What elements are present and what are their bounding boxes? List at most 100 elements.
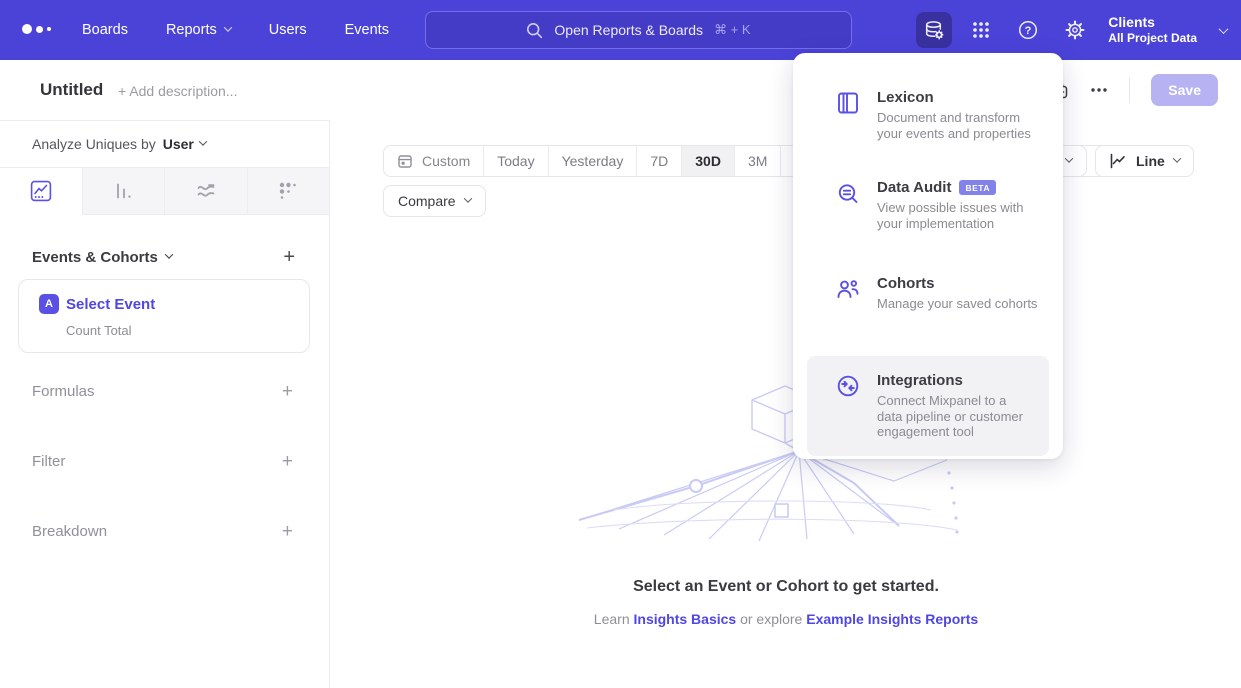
empty-state-links: Learn Insights Basics or explore Example… — [331, 611, 1241, 627]
search-icon — [526, 22, 543, 39]
chevron-down-icon — [463, 194, 471, 202]
nav-links: Boards Reports Users Events — [82, 0, 389, 60]
events-cohorts-header: Events & Cohorts + — [32, 247, 295, 267]
chevron-down-icon — [1173, 154, 1181, 162]
events-cohorts-label[interactable]: Events & Cohorts — [32, 249, 158, 266]
menu-item-title: Lexicon — [877, 89, 934, 106]
chevron-down-icon[interactable] — [165, 250, 173, 258]
add-filter-button[interactable]: + — [282, 452, 293, 471]
menu-item-description: View possible issues with your implement… — [877, 200, 1045, 231]
help-button[interactable]: ? — [1010, 12, 1046, 48]
compare-dropdown[interactable]: Compare — [383, 185, 486, 217]
calendar-icon — [397, 153, 413, 169]
bar-chart-icon — [112, 180, 134, 202]
explore-middle: or explore — [736, 611, 806, 627]
tab-flow[interactable] — [164, 168, 247, 215]
formulas-section: Formulas + — [32, 382, 293, 401]
filter-section: Filter + — [32, 452, 293, 471]
chevron-down-icon — [223, 23, 231, 31]
menu-item-description: Connect Mixpanel to a data pipeline or c… — [877, 393, 1033, 440]
line-chart-icon — [30, 180, 52, 202]
breakdown-section: Breakdown + — [32, 522, 293, 541]
divider — [1129, 77, 1130, 103]
menu-item-lexicon[interactable]: Lexicon Document and transform your even… — [793, 89, 1063, 141]
more-options-icon[interactable] — [1090, 87, 1108, 93]
filter-label: Filter — [32, 453, 65, 470]
analyze-row: Analyze Uniques by User — [32, 121, 206, 167]
query-builder-sidebar: Analyze Uniques by User — [0, 120, 330, 688]
menu-item-cohorts[interactable]: Cohorts Manage your saved cohorts — [793, 275, 1063, 312]
tab-bar-chart[interactable] — [82, 168, 165, 215]
mixpanel-logo[interactable] — [22, 24, 51, 34]
lexicon-book-icon — [835, 90, 861, 116]
formulas-label: Formulas — [32, 383, 95, 400]
date-range-today[interactable]: Today — [483, 146, 547, 176]
date-range-30d[interactable]: 30D — [681, 146, 734, 176]
menu-item-title: Cohorts — [877, 275, 935, 292]
cohorts-people-icon — [835, 276, 861, 302]
top-nav: Boards Reports Users Events Open Reports… — [0, 0, 1241, 60]
project-switcher[interactable]: Clients All Project Data — [1108, 14, 1197, 47]
menu-item-title: Data Audit — [877, 179, 951, 196]
analyze-label: Analyze Uniques by — [32, 136, 156, 152]
count-type-label[interactable]: Count Total — [66, 323, 293, 338]
line-style-icon — [1109, 152, 1127, 170]
retention-grid-icon — [277, 180, 299, 202]
analyze-by-dropdown[interactable]: User — [163, 136, 206, 152]
add-description-field[interactable]: + Add description... — [118, 83, 237, 99]
database-gear-icon — [923, 19, 945, 41]
chevron-down-icon — [1065, 154, 1073, 162]
data-management-button[interactable] — [916, 12, 952, 48]
add-breakdown-button[interactable]: + — [282, 522, 293, 541]
breakdown-label: Breakdown — [32, 523, 107, 540]
nav-link-boards[interactable]: Boards — [82, 22, 128, 38]
date-range-7d[interactable]: 7D — [636, 146, 681, 176]
apps-grid-button[interactable] — [963, 12, 999, 48]
empty-state-title: Select an Event or Cohort to get started… — [331, 578, 1241, 596]
search-shortcut: ⌘ + K — [714, 22, 751, 38]
add-formula-button[interactable]: + — [282, 382, 293, 401]
data-management-menu: Lexicon Document and transform your even… — [793, 53, 1063, 459]
select-event-label[interactable]: Select Event — [66, 296, 155, 313]
report-actions: Save — [1049, 60, 1218, 120]
tab-line-chart[interactable] — [0, 168, 82, 215]
chart-type-tabs — [0, 167, 329, 215]
help-icon: ? — [1017, 19, 1039, 41]
settings-button[interactable] — [1057, 12, 1093, 48]
org-name: Clients — [1108, 14, 1197, 32]
apps-grid-icon — [971, 20, 991, 40]
nav-link-events[interactable]: Events — [345, 22, 389, 38]
project-name: All Project Data — [1108, 31, 1197, 46]
date-range-yesterday[interactable]: Yesterday — [548, 146, 637, 176]
chart-style-dropdown[interactable]: Line — [1095, 145, 1194, 177]
nav-link-reports[interactable]: Reports — [166, 22, 231, 38]
global-search-input[interactable]: Open Reports & Boards ⌘ + K — [425, 11, 852, 49]
chevron-down-icon — [199, 137, 207, 145]
event-letter-badge: A — [39, 294, 59, 314]
date-range-custom[interactable]: Custom — [384, 146, 483, 176]
integrations-exchange-icon — [835, 373, 861, 399]
menu-item-title: Integrations — [877, 372, 963, 389]
insights-basics-link[interactable]: Insights Basics — [634, 611, 737, 627]
report-canvas: Custom Today Yesterday 7D 30D 3M 6M Line… — [331, 120, 1241, 688]
chevron-down-icon[interactable] — [1219, 24, 1229, 34]
menu-item-integrations[interactable]: Integrations Connect Mixpanel to a data … — [807, 356, 1049, 456]
search-placeholder: Open Reports & Boards — [554, 22, 703, 38]
nav-right-cluster: ? Clients All Project Data — [916, 0, 1227, 60]
tab-retention-grid[interactable] — [247, 168, 330, 215]
menu-item-description: Manage your saved cohorts — [877, 296, 1037, 312]
data-audit-icon — [835, 180, 861, 206]
event-card[interactable]: A Select Event Count Total — [18, 279, 310, 353]
report-title[interactable]: Untitled — [40, 80, 103, 100]
settings-gear-icon — [1064, 19, 1086, 41]
learn-prefix: Learn — [594, 611, 634, 627]
add-event-button[interactable]: + — [283, 247, 295, 267]
save-button[interactable]: Save — [1151, 74, 1218, 106]
menu-item-data-audit[interactable]: Data Audit BETA View possible issues wit… — [793, 179, 1063, 231]
flow-icon — [194, 180, 218, 202]
date-range-3m[interactable]: 3M — [734, 146, 780, 176]
beta-badge: BETA — [959, 180, 996, 195]
menu-item-description: Document and transform your events and p… — [877, 110, 1045, 141]
nav-link-users[interactable]: Users — [269, 22, 307, 38]
example-reports-link[interactable]: Example Insights Reports — [806, 611, 978, 627]
